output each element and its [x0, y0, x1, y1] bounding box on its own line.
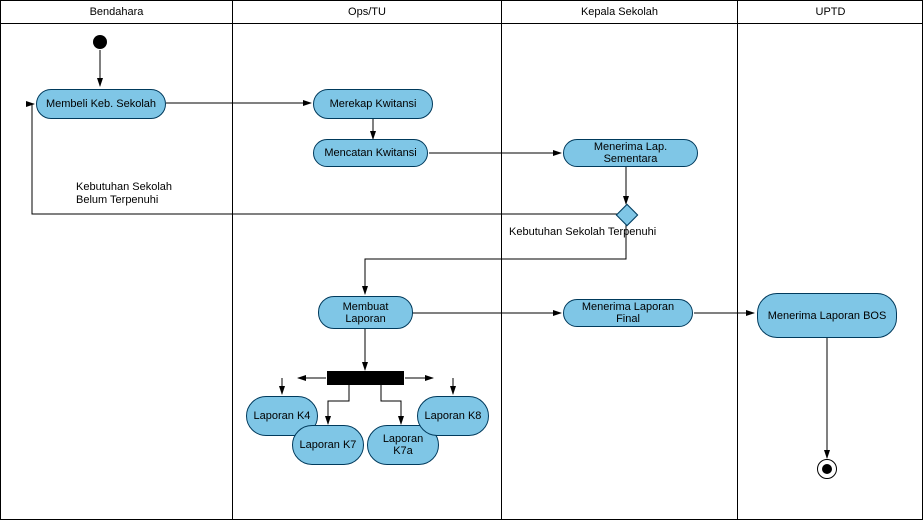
activity-membeli: Membeli Keb. Sekolah — [36, 89, 166, 119]
activity-mencatan: Mencatan Kwitansi — [313, 139, 428, 167]
decision-node — [616, 204, 639, 227]
activity-laporan-k8: Laporan K8 — [417, 396, 489, 436]
activity-menerima-sementara: Menerima Lap. Sementara — [563, 139, 698, 167]
guard-terpenuhi: Kebutuhan Sekolah Terpenuhi — [509, 226, 656, 239]
arrows-extra — [1, 1, 923, 521]
activity-laporan-k7: Laporan K7 — [292, 425, 364, 465]
guard-belum: Kebutuhan Sekolah Belum Terpenuhi — [76, 181, 172, 207]
activity-menerima-bos: Menerima Laporan BOS — [757, 293, 897, 338]
final-node-inner — [822, 464, 832, 474]
lane-header-uptd: UPTD — [738, 1, 923, 24]
activity-merekap: Merekap Kwitansi — [313, 89, 433, 119]
activity-diagram: Bendahara Ops/TU Kepala Sekolah UPTD — [0, 0, 923, 520]
final-node — [817, 459, 837, 479]
lane-divider — [737, 1, 738, 519]
lane-divider — [232, 1, 233, 519]
activity-membuat-laporan: Membuat Laporan — [318, 296, 413, 329]
arrows-layer — [1, 1, 923, 521]
fork-node — [327, 371, 404, 385]
initial-node — [93, 35, 107, 49]
lane-header-bendahara: Bendahara — [1, 1, 232, 24]
lane-header-kepala: Kepala Sekolah — [502, 1, 737, 24]
lane-header-ops: Ops/TU — [233, 1, 501, 24]
lane-divider — [501, 1, 502, 519]
activity-menerima-final: Menerima Laporan Final — [563, 299, 693, 327]
